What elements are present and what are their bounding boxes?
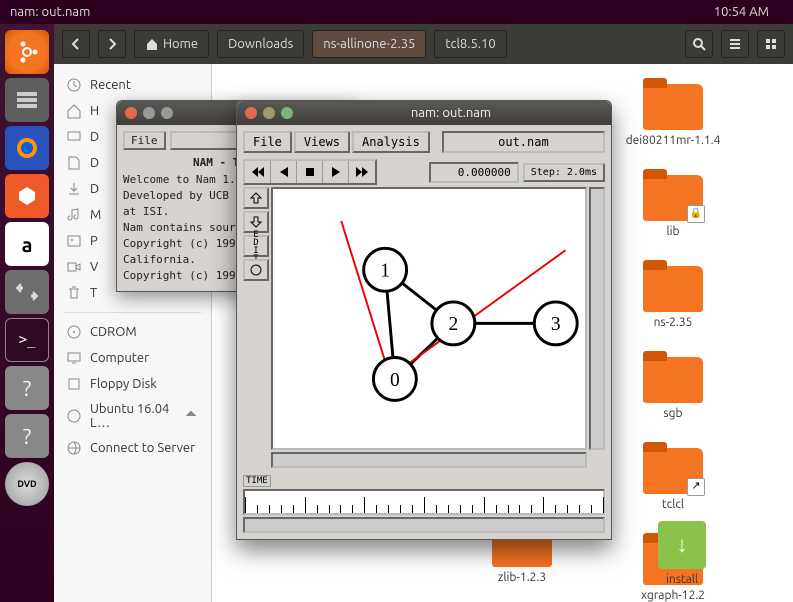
file-item[interactable]: tclcl [613,448,733,511]
step-back-button[interactable] [271,161,297,183]
rewind-button[interactable] [245,161,271,183]
play-button[interactable] [323,161,349,183]
maximize-icon[interactable] [161,107,173,119]
breadcrumb-nsallinone[interactable]: ns-allinone-2.35 [312,30,426,58]
file-item[interactable]: ns-2.35 [613,266,733,329]
timeline-ruler[interactable] [243,489,605,515]
minimize-icon[interactable] [143,107,155,119]
top-menubar: nam: out.nam 10:54 AM [0,0,793,24]
dvd-launcher[interactable]: DVD [5,462,49,506]
help-launcher-2[interactable]: ? [5,414,49,458]
fast-forward-button[interactable] [349,161,375,183]
file-item[interactable]: INSTALL.WIN32 [782,521,793,590]
file-item[interactable]: lib [613,175,733,238]
timeline-panel: TIME [243,472,605,515]
nam-animator-window[interactable]: nam: out.nam File Views Analysis out.nam… [236,100,612,540]
system-tray: 10:54 AM [686,5,783,19]
maximize-icon[interactable] [281,107,293,119]
eject-icon[interactable] [183,408,199,424]
nam-side-toolbar: EDIT [243,187,269,450]
close-icon[interactable] [245,107,257,119]
close-icon[interactable] [125,107,137,119]
clock-text[interactable]: 10:54 AM [714,5,769,19]
views-menu[interactable]: Views [294,131,350,153]
settings-launcher[interactable] [5,270,49,314]
dash-button[interactable] [5,30,49,74]
list-view-button[interactable] [721,30,749,58]
software-launcher[interactable] [5,174,49,218]
help-launcher[interactable]: ? [5,366,49,410]
nam-menubar: File Views Analysis out.nam [243,131,605,153]
sidebar-item-ubuntu-disc[interactable]: Ubuntu 16.04 L… [54,397,211,435]
sidebar-item-cdrom[interactable]: CDROM [54,319,211,345]
file-item[interactable]: dei80211mr-1.1.4 [613,84,733,147]
vertical-scrollbar[interactable] [589,187,605,450]
active-window-title: nam: out.nam [10,5,90,19]
file-menu[interactable]: File [243,131,292,153]
back-button[interactable] [62,30,90,58]
svg-text:2: 2 [449,314,459,335]
svg-text:1: 1 [380,261,390,282]
grid-view-button[interactable] [757,30,785,58]
sidebar-item-floppy[interactable]: Floppy Disk [54,371,211,397]
svg-text:3: 3 [551,314,561,335]
svg-text:0: 0 [390,370,400,391]
edit-label: EDIT [243,235,269,257]
horizontal-scrollbar[interactable] [271,452,587,468]
time-display: 0.000000 [429,162,519,183]
zoom-in-button[interactable] [243,187,269,209]
analysis-menu[interactable]: Analysis [352,131,430,153]
file-menu[interactable]: File [123,131,166,150]
stop-button[interactable] [297,161,323,183]
terminal-launcher[interactable]: >_ [5,318,49,362]
filename-display: out.nam [442,131,605,153]
node-tool-button[interactable] [243,259,269,281]
files-launcher[interactable] [5,78,49,122]
forward-button[interactable] [98,30,126,58]
search-button[interactable] [685,30,713,58]
firefox-launcher[interactable] [5,126,49,170]
minimize-icon[interactable] [263,107,275,119]
file-item[interactable]: install [622,521,742,590]
step-display[interactable]: Step: 2.0ms [523,163,605,182]
amazon-launcher[interactable]: a [5,222,49,266]
breadcrumb-tcl[interactable]: tcl8.5.10 [434,30,506,58]
sidebar-item-recent[interactable]: Recent [54,72,211,98]
sidebar-item-connect-server[interactable]: Connect to Server [54,435,211,461]
playback-controls: 0.000000 Step: 2.0ms [243,159,605,185]
file-manager-toolbar: Home Downloads ns-allinone-2.35 tcl8.5.1… [54,24,793,64]
file-item[interactable]: sgb [613,357,733,420]
breadcrumb-downloads[interactable]: Downloads [217,30,304,58]
sidebar-item-computer[interactable]: Computer [54,345,211,371]
topology-canvas[interactable]: 0 1 2 3 [271,187,587,450]
breadcrumb-home[interactable]: Home [134,30,209,58]
timeline-label: TIME [243,475,271,487]
nam-titlebar[interactable]: nam: out.nam [237,101,611,125]
unity-launcher: a >_ ? ? DVD [0,24,54,602]
timeline-scrollbar[interactable] [243,517,605,533]
